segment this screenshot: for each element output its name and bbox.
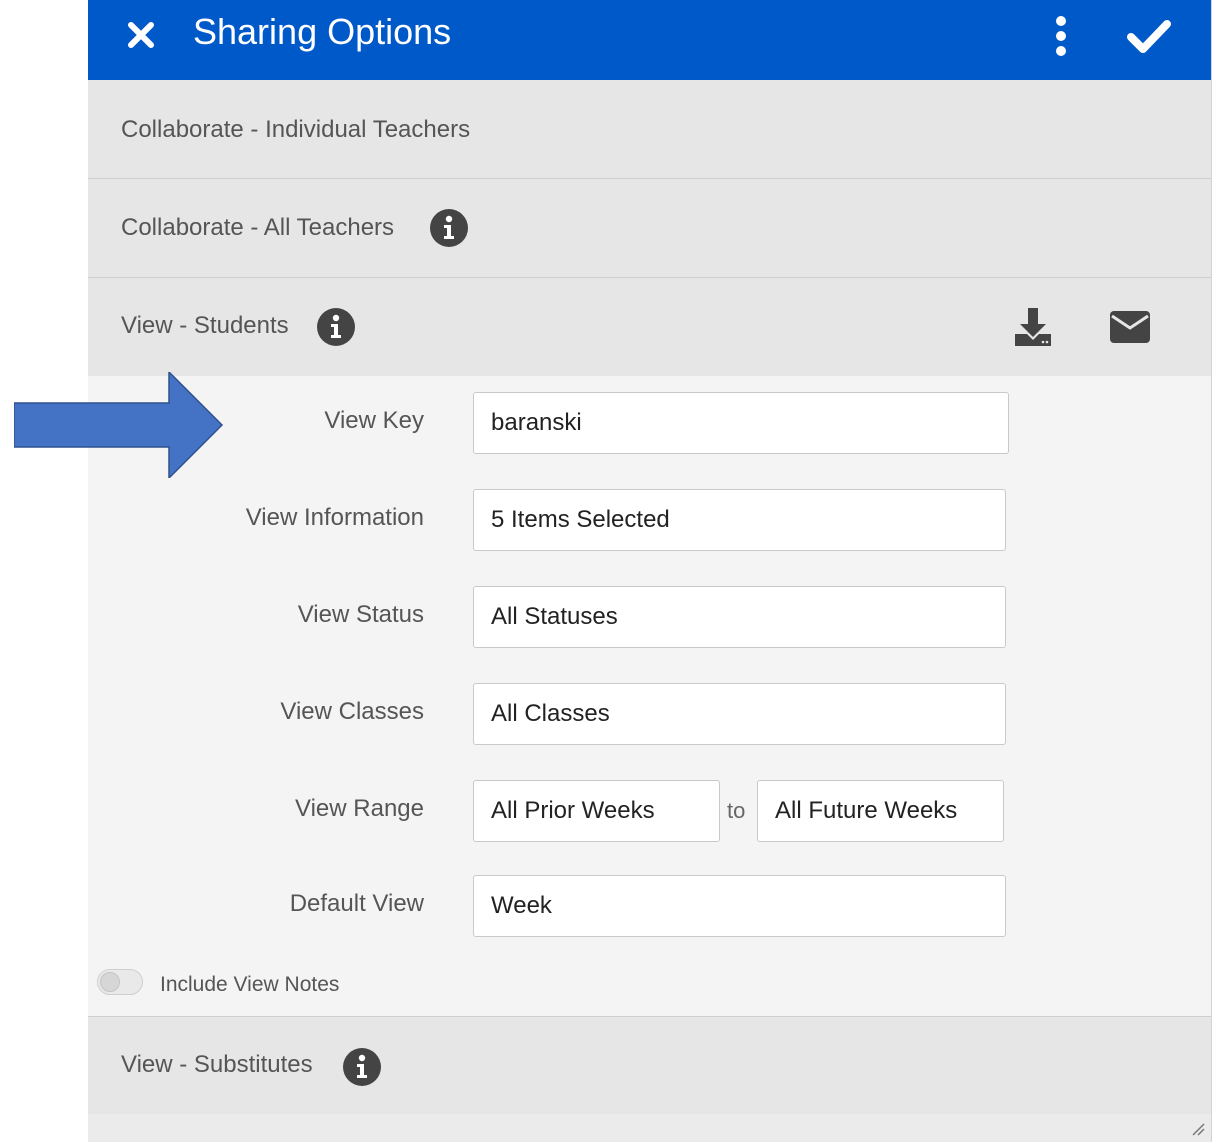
- confirm-button[interactable]: [1126, 16, 1172, 56]
- view-range-to-select[interactable]: All Future Weeks: [757, 780, 1004, 842]
- close-icon: [128, 22, 154, 48]
- sharing-options-panel: Sharing Options Collaborate - Individual…: [88, 0, 1212, 1142]
- view-range-label: View Range: [295, 795, 424, 822]
- more-vertical-icon: [1056, 16, 1066, 56]
- info-icon[interactable]: [343, 1048, 381, 1086]
- view-information-label: View Information: [245, 504, 424, 531]
- section-label: View - Substitutes: [121, 1051, 313, 1078]
- include-view-notes-label: Include View Notes: [160, 973, 340, 996]
- default-view-label: Default View: [289, 890, 424, 917]
- section-label: Collaborate - Individual Teachers: [121, 116, 471, 143]
- close-button[interactable]: [124, 18, 158, 52]
- section-collaborate-individual[interactable]: Collaborate - Individual Teachers: [88, 80, 1211, 179]
- view-status-label: View Status: [297, 601, 424, 628]
- view-key-input[interactable]: baranski: [473, 392, 1009, 454]
- resize-handle-icon[interactable]: [1191, 1122, 1205, 1136]
- panel-footer: [88, 1114, 1211, 1142]
- view-range-separator: to: [727, 798, 746, 823]
- envelope-icon[interactable]: [1109, 310, 1151, 344]
- view-classes-select[interactable]: All Classes: [473, 683, 1006, 745]
- download-icon[interactable]: [1013, 306, 1053, 348]
- section-view-students[interactable]: View - Students: [88, 278, 1211, 377]
- section-view-substitutes[interactable]: View - Substitutes: [88, 1016, 1211, 1116]
- panel-header: Sharing Options: [88, 0, 1211, 80]
- view-status-select[interactable]: All Statuses: [473, 586, 1006, 648]
- info-icon[interactable]: [430, 209, 468, 247]
- more-options-button[interactable]: [1048, 14, 1074, 58]
- section-label: Collaborate - All Teachers: [121, 214, 395, 241]
- toggle-knob: [100, 972, 120, 992]
- view-information-select[interactable]: 5 Items Selected: [473, 489, 1006, 551]
- section-collaborate-all-teachers[interactable]: Collaborate - All Teachers: [88, 179, 1211, 278]
- info-icon[interactable]: [317, 308, 355, 346]
- default-view-select[interactable]: Week: [473, 875, 1006, 937]
- arrow-right-icon: [14, 372, 224, 478]
- include-view-notes-toggle[interactable]: [97, 969, 143, 995]
- view-classes-label: View Classes: [280, 698, 424, 725]
- view-key-label: View Key: [324, 407, 424, 434]
- section-label: View - Students: [121, 312, 289, 339]
- view-range-from-select[interactable]: All Prior Weeks: [473, 780, 720, 842]
- panel-title: Sharing Options: [193, 11, 452, 52]
- check-icon: [1127, 20, 1171, 53]
